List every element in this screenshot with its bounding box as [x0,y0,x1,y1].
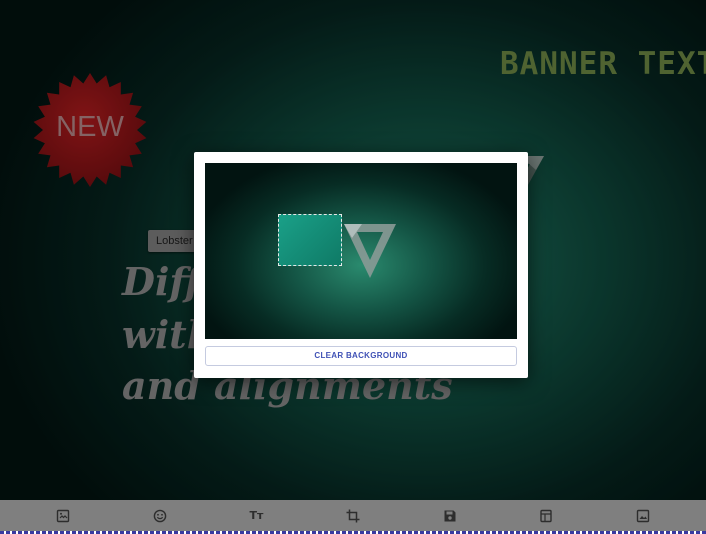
background-image-icon [636,509,649,522]
background-modal: CLEAR BACKGROUND [194,152,528,378]
emoji-icon [153,509,167,522]
image-upload-icon [57,509,70,522]
save-button[interactable] [436,502,464,530]
text-button[interactable]: Tт [242,502,270,530]
background-image-button[interactable] [629,502,657,530]
bottom-toolbar: Tт [0,500,706,531]
text-icon: Tт [249,509,264,522]
template-button[interactable] [532,502,560,530]
image-upload-button[interactable] [49,502,77,530]
triangle-logo-preview [344,224,396,278]
background-preview[interactable] [205,163,517,339]
save-icon [444,510,456,521]
clear-background-button[interactable]: CLEAR BACKGROUND [205,346,517,366]
crop-button[interactable] [339,502,367,530]
crop-selection[interactable] [278,214,342,266]
emoji-button[interactable] [146,502,174,530]
template-icon [540,509,552,522]
crop-icon [346,509,360,522]
editor-canvas[interactable]: BANNER TEXT NEW Lobster▼ Diffe with and … [0,0,706,500]
